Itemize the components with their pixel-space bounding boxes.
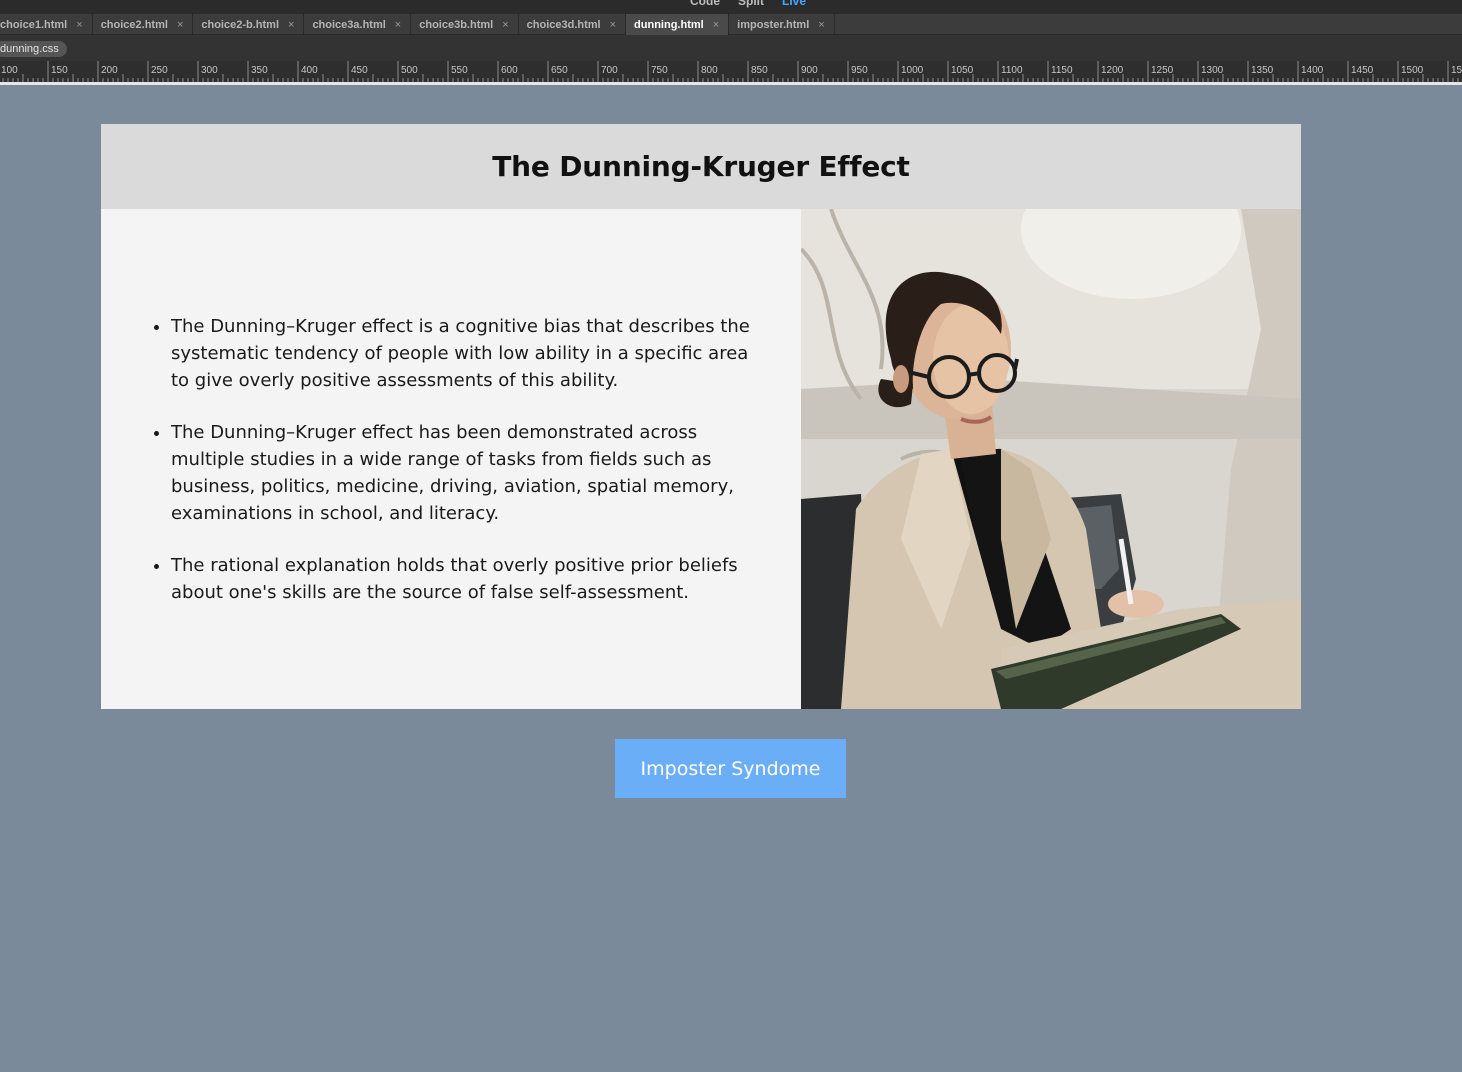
woman-with-glasses-photo — [801, 209, 1301, 709]
tab-choice3d[interactable]: choice3d.html × — [519, 14, 627, 35]
tab-label: choice2.html — [100, 18, 168, 31]
tab-choice3a[interactable]: choice3a.html × — [304, 14, 412, 35]
ruler-label: 1450 — [1351, 65, 1374, 76]
ruler-label: 1550 — [1451, 65, 1462, 76]
card-header: The Dunning-Kruger Effect — [101, 124, 1301, 209]
ruler-label: 200 — [101, 65, 118, 76]
tab-label: choice3b.html — [419, 18, 494, 31]
tab-imposter[interactable]: imposter.html × — [729, 14, 835, 35]
ruler-label: 850 — [751, 65, 768, 76]
text-column: The Dunning–Kruger effect is a cognitive… — [101, 209, 801, 709]
ruler-label: 1350 — [1251, 65, 1274, 76]
imposter-syndrome-button[interactable]: Imposter Syndome — [615, 739, 846, 798]
ruler-label: 1150 — [1051, 65, 1073, 76]
ruler-label: 1000 — [901, 65, 924, 76]
ruler-label: 1300 — [1201, 65, 1224, 76]
ruler-label: 1050 — [951, 65, 974, 76]
ruler-label: 450 — [351, 65, 368, 76]
tab-label: choice1.html — [0, 18, 68, 31]
ruler-label: 250 — [151, 65, 168, 76]
close-icon[interactable]: × — [610, 19, 616, 31]
ruler-label: 1250 — [1151, 65, 1174, 76]
ruler-label: 900 — [801, 65, 818, 76]
view-switch: Code Split Live — [690, 0, 806, 8]
list-item: The Dunning–Kruger effect has been demon… — [171, 419, 771, 527]
tab-choice1[interactable]: choice1.html × — [0, 14, 93, 35]
close-icon[interactable]: × — [76, 19, 82, 31]
bullet-list: The Dunning–Kruger effect is a cognitive… — [171, 313, 771, 606]
tab-label: dunning.html — [634, 18, 704, 31]
close-icon[interactable]: × — [713, 19, 719, 31]
editor-topbar: Code Split Live — [0, 0, 1462, 14]
ruler-label: 300 — [201, 65, 218, 76]
list-item: The Dunning–Kruger effect is a cognitive… — [171, 313, 771, 394]
tab-choice3b[interactable]: choice3b.html × — [411, 14, 519, 35]
card-body: The Dunning–Kruger effect is a cognitive… — [101, 209, 1301, 709]
list-item: The rational explanation holds that over… — [171, 552, 771, 606]
ruler-label: 400 — [301, 65, 318, 76]
ruler-ticks: 100 150 200 250 300 350 400 450 500 550 600 650 700 7… — [1, 61, 1462, 82]
ruler-label: 350 — [251, 65, 268, 76]
ruler-label: 1500 — [1401, 65, 1424, 76]
tab-choice2-b[interactable]: choice2-b.html × — [193, 14, 305, 35]
ruler-label: 600 — [501, 65, 518, 76]
page-title: The Dunning-Kruger Effect — [492, 150, 910, 183]
close-icon[interactable]: × — [818, 19, 824, 31]
tab-choice2[interactable]: choice2.html × — [93, 14, 194, 35]
tab-label: choice3a.html — [312, 18, 386, 31]
ruler-label: 150 — [51, 65, 68, 76]
close-icon[interactable]: × — [502, 19, 508, 31]
related-files-bar: dunning.css — [0, 35, 1462, 61]
close-icon[interactable]: × — [177, 19, 183, 31]
ruler-label: 650 — [551, 65, 568, 76]
view-code-button[interactable]: Code — [690, 0, 720, 8]
ruler-label: 550 — [451, 65, 468, 76]
tab-dunning[interactable]: dunning.html × — [626, 14, 730, 35]
view-split-button[interactable]: Split — [738, 0, 764, 8]
close-icon[interactable]: × — [288, 19, 294, 31]
ruler-label: 1400 — [1301, 65, 1324, 76]
ruler-label: 700 — [601, 65, 618, 76]
ruler-label: 100 — [1, 65, 18, 76]
ruler-label: 750 — [651, 65, 668, 76]
tab-label: choice2-b.html — [201, 18, 279, 31]
ruler-label: 950 — [851, 65, 868, 76]
related-file-dunning-css[interactable]: dunning.css — [0, 41, 67, 57]
ruler-label: 800 — [701, 65, 718, 76]
ruler-label: 1200 — [1101, 65, 1124, 76]
document-tab-bar: choice1.html × choice2.html × choice2-b.… — [0, 14, 1462, 35]
content-card: The Dunning-Kruger Effect The Dunning–Kr… — [101, 124, 1301, 709]
live-view: The Dunning-Kruger Effect The Dunning–Kr… — [0, 85, 1462, 1072]
tab-label: imposter.html — [737, 18, 810, 31]
ruler-label: 1100 — [1001, 65, 1023, 76]
tab-label: choice3d.html — [526, 18, 601, 31]
close-icon[interactable]: × — [395, 19, 401, 31]
horizontal-ruler: 100 150 200 250 300 350 400 450 500 550 600 650 700 7… — [0, 61, 1462, 82]
ruler-label: 500 — [401, 65, 418, 76]
view-live-button[interactable]: Live — [782, 0, 806, 8]
photo-illustration — [801, 209, 1301, 709]
